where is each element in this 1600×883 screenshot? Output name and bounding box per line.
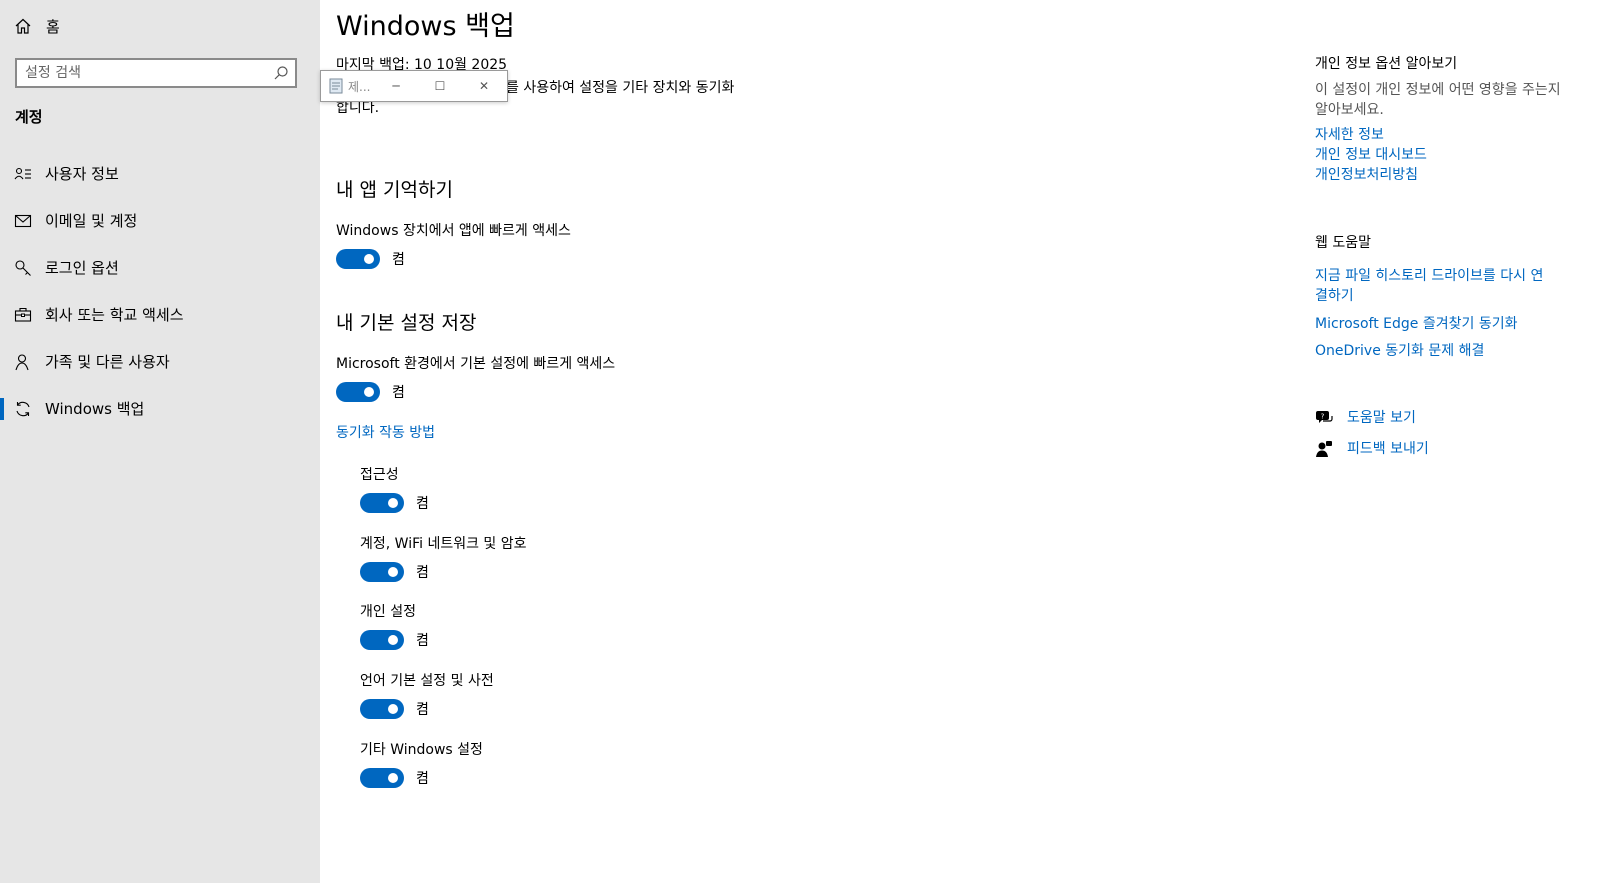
minimized-window-titlebar[interactable]: 제... ─ ☐ ✕ — [320, 70, 508, 102]
reconnect-file-history-link[interactable]: 지금 파일 히스토리 드라이브를 다시 연결하기 — [1315, 266, 1550, 306]
page-title: Windows 백업 — [336, 11, 515, 42]
personalization-toggle[interactable] — [360, 630, 404, 650]
accounts-wifi-passwords-toggle[interactable] — [360, 562, 404, 582]
save-prefs-heading: 내 기본 설정 저장 — [336, 312, 477, 334]
window-title: 제... — [348, 79, 371, 94]
accessibility-toggle[interactable] — [360, 493, 404, 513]
sidebar-nav: 사용자 정보 이메일 및 계정 로그인 옵션 회사 또는 학교 액세스 가족 및… — [0, 150, 320, 432]
sidebar: 홈 계정 사용자 정보 이메일 및 계정 로그인 옵션 — [0, 0, 320, 883]
sidebar-item-label: 사용자 정보 — [45, 165, 119, 183]
key-icon — [14, 259, 32, 277]
privacy-heading: 개인 정보 옵션 알아보기 — [1315, 56, 1458, 72]
other-windows-settings-toggle[interactable] — [360, 768, 404, 788]
home-nav-item[interactable]: 홈 — [14, 14, 60, 38]
sidebar-item-user-info[interactable]: 사용자 정보 — [0, 150, 320, 197]
privacy-text: 이 설정이 개인 정보에 어떤 영향을 주는지 알아보세요. — [1315, 82, 1561, 118]
maximize-button[interactable]: ☐ — [418, 71, 462, 101]
sub-item-toggle-row: 켬 — [360, 768, 429, 788]
privacy-dashboard-link[interactable]: 개인 정보 대시보드 — [1315, 145, 1565, 165]
sidebar-item-windows-backup[interactable]: Windows 백업 — [0, 385, 320, 432]
learn-more-link[interactable]: 자세한 정보 — [1315, 125, 1565, 145]
save-prefs-toggle[interactable] — [336, 382, 380, 402]
sub-item-toggle-row: 켬 — [360, 493, 429, 513]
edge-favorites-sync-link[interactable]: Microsoft Edge 즐겨찾기 동기화 — [1315, 314, 1565, 334]
save-prefs-label: Microsoft 환경에서 기본 설정에 빠르게 액세스 — [336, 356, 616, 372]
onedrive-sync-troubleshoot-link[interactable]: OneDrive 동기화 문제 해결 — [1315, 341, 1565, 361]
remember-apps-heading: 내 앱 기억하기 — [336, 179, 453, 201]
toggle-state-label: 켬 — [416, 633, 429, 649]
user-info-icon — [14, 165, 32, 183]
privacy-statement-link[interactable]: 개인정보처리방침 — [1315, 165, 1565, 185]
sidebar-item-sign-in-options[interactable]: 로그인 옵션 — [0, 244, 320, 291]
sub-item-label-other-windows: 기타 Windows 설정 — [360, 742, 483, 758]
toggle-state-label: 켬 — [416, 496, 429, 512]
sidebar-section-title: 계정 — [15, 108, 43, 126]
document-icon — [329, 78, 343, 94]
send-feedback-action[interactable]: 피드백 보내기 — [1315, 439, 1429, 459]
web-help-heading: 웹 도움말 — [1315, 235, 1371, 251]
briefcase-icon — [14, 306, 32, 324]
sidebar-item-family-other-users[interactable]: 가족 및 다른 사용자 — [0, 338, 320, 385]
person-icon — [14, 353, 32, 371]
save-prefs-toggle-row: 켬 — [336, 382, 405, 402]
sidebar-item-label: 이메일 및 계정 — [45, 212, 138, 230]
minimize-button[interactable]: ─ — [374, 71, 418, 101]
sub-item-label-accessibility: 접근성 — [360, 467, 399, 483]
sidebar-item-email-accounts[interactable]: 이메일 및 계정 — [0, 197, 320, 244]
sidebar-item-label: 로그인 옵션 — [45, 259, 119, 277]
sub-item-toggle-row: 켬 — [360, 699, 429, 719]
toggle-state-label: 켬 — [416, 771, 429, 787]
remember-apps-toggle[interactable] — [336, 249, 380, 269]
sub-item-toggle-row: 켬 — [360, 562, 429, 582]
toggle-state-label: 켬 — [392, 252, 405, 268]
toggle-state-label: 켬 — [392, 385, 405, 401]
language-dictionary-toggle[interactable] — [360, 699, 404, 719]
home-label: 홈 — [46, 17, 60, 36]
search-box — [15, 58, 297, 88]
help-chat-icon: ? — [1316, 411, 1333, 423]
remember-apps-toggle-row: 켬 — [336, 249, 405, 269]
get-help-link[interactable]: 도움말 보기 — [1347, 408, 1416, 428]
sidebar-item-label: 회사 또는 학교 액세스 — [45, 306, 184, 324]
sidebar-item-label: Windows 백업 — [45, 400, 145, 418]
svg-text:?: ? — [1321, 413, 1325, 421]
send-feedback-link[interactable]: 피드백 보내기 — [1347, 439, 1429, 459]
mail-icon — [14, 212, 32, 230]
home-icon — [15, 18, 31, 34]
sidebar-item-label: 가족 및 다른 사용자 — [45, 353, 170, 371]
sub-item-label-language: 언어 기본 설정 및 사전 — [360, 673, 494, 689]
get-help-action[interactable]: ? 도움말 보기 — [1315, 408, 1416, 428]
search-input[interactable] — [17, 60, 273, 86]
sub-item-label-personalization: 개인 설정 — [360, 604, 416, 620]
toggle-state-label: 켬 — [416, 565, 429, 581]
search-icon[interactable] — [273, 65, 289, 81]
sub-item-label-accounts-wifi: 계정, WiFi 네트워크 및 암호 — [360, 536, 527, 552]
sync-icon — [14, 400, 32, 418]
toggle-state-label: 켬 — [416, 702, 429, 718]
close-button[interactable]: ✕ — [462, 71, 506, 101]
main-content: Windows 백업 마지막 백업: 10 10월 2025 를 사용하여 설정… — [336, 0, 1276, 883]
how-sync-works-link[interactable]: 동기화 작동 방법 — [336, 422, 435, 442]
feedback-icon — [1316, 441, 1332, 457]
sidebar-item-work-school-access[interactable]: 회사 또는 학교 액세스 — [0, 291, 320, 338]
sub-item-toggle-row: 켬 — [360, 630, 429, 650]
remember-apps-label: Windows 장치에서 앱에 빠르게 액세스 — [336, 223, 571, 239]
